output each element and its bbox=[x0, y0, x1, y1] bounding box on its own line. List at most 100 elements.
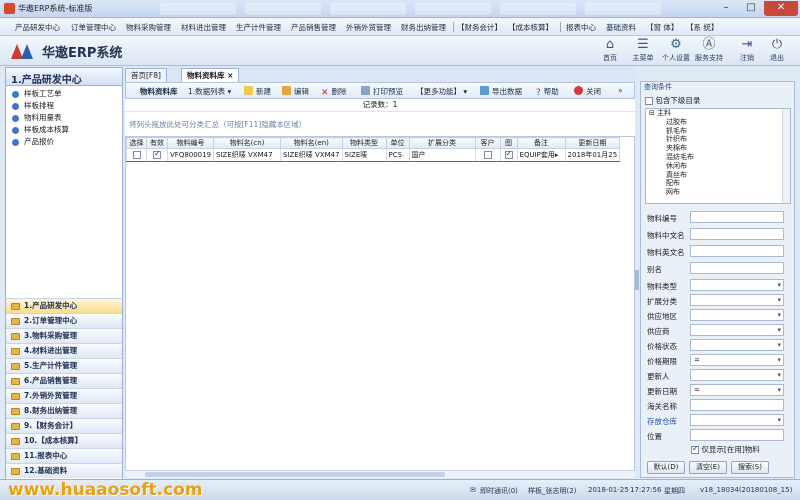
supply-region-select[interactable] bbox=[690, 309, 784, 321]
table-row[interactable]: VFQ800019 SIZE织唛 VXM47 SIZE织唛 VXM47 SIZE… bbox=[126, 148, 621, 162]
tree-node[interactable]: 针织布 bbox=[646, 135, 790, 144]
column-header[interactable]: 物料名(en) bbox=[280, 137, 343, 149]
column-header[interactable]: 图 bbox=[499, 137, 518, 149]
material-type-select[interactable] bbox=[690, 279, 784, 291]
ext-category-select[interactable] bbox=[690, 294, 784, 306]
panel-splitter[interactable] bbox=[635, 270, 639, 290]
tab-material-library[interactable]: 物料资料库 × bbox=[181, 68, 240, 82]
module-item[interactable]: 6.产品销售管理 bbox=[6, 373, 122, 388]
more-functions-dropdown[interactable]: 【更多功能】 ▾ bbox=[416, 86, 467, 97]
column-header[interactable]: 物料编号 bbox=[166, 137, 215, 149]
column-header[interactable]: 有效 bbox=[146, 137, 168, 149]
menu-item[interactable]: 【财务会计】 bbox=[457, 22, 502, 33]
home-button[interactable]: ⌂ 首页 bbox=[593, 38, 627, 63]
module-item[interactable]: 5.生产计件管理 bbox=[6, 358, 122, 373]
maximize-icon[interactable]: □ bbox=[739, 1, 763, 16]
column-header[interactable]: 更新日期 bbox=[564, 137, 621, 149]
new-button[interactable]: 新建 bbox=[244, 86, 271, 97]
customer-checkbox[interactable] bbox=[483, 151, 492, 159]
menu-item[interactable]: 【窗 体】 bbox=[646, 22, 678, 33]
column-header[interactable]: 单位 bbox=[385, 137, 410, 149]
module-item[interactable]: 9.【财务会计】 bbox=[6, 418, 122, 433]
tree-scrollbar[interactable] bbox=[782, 109, 790, 203]
module-item[interactable]: 2.订单管理中心 bbox=[6, 313, 122, 328]
menu-item[interactable]: 生产计件管理 bbox=[236, 22, 281, 33]
include-sub-option[interactable]: 包含下级目录 bbox=[645, 95, 700, 106]
menu-item[interactable]: 财务出纳管理 bbox=[401, 22, 446, 33]
tree-node[interactable]: ⊟ 主料 bbox=[646, 109, 790, 118]
data-list-dropdown[interactable]: 1.数据列表 ▾ bbox=[188, 86, 231, 97]
tab-home[interactable]: 首页[F8] bbox=[125, 68, 167, 82]
customs-name-input[interactable] bbox=[690, 399, 784, 411]
default-button[interactable]: 默认(D) bbox=[647, 461, 685, 474]
scroll-thumb[interactable] bbox=[145, 472, 445, 477]
price-status-select[interactable] bbox=[690, 339, 784, 351]
menu-item[interactable]: 物料采购管理 bbox=[126, 22, 171, 33]
alias-input[interactable] bbox=[690, 262, 784, 274]
updater-select[interactable] bbox=[690, 369, 784, 381]
warehouse-select[interactable] bbox=[690, 414, 784, 426]
main-menu-button[interactable]: ☰ 主菜单 bbox=[626, 38, 660, 63]
edit-button[interactable]: 编辑 bbox=[282, 86, 309, 97]
search-button[interactable]: 搜索(S) bbox=[731, 461, 769, 474]
menu-item[interactable]: 【成本核算】 bbox=[508, 22, 553, 33]
logout-button[interactable]: ⇥ 注销 bbox=[730, 38, 764, 63]
update-date-select[interactable]: = bbox=[690, 384, 784, 396]
tree-node[interactable]: 休闲布 bbox=[646, 162, 790, 171]
select-checkbox[interactable] bbox=[132, 151, 141, 159]
menu-item[interactable]: 产品研发中心 bbox=[15, 22, 60, 33]
tab-close-icon[interactable]: × bbox=[227, 71, 233, 80]
valid-checkbox[interactable] bbox=[153, 150, 161, 159]
menu-item[interactable]: 产品销售管理 bbox=[291, 22, 336, 33]
include-sub-checkbox[interactable] bbox=[645, 97, 653, 105]
tree-node[interactable]: 网布 bbox=[646, 188, 790, 197]
picture-checkbox[interactable] bbox=[504, 150, 513, 159]
material-code-input[interactable] bbox=[690, 211, 784, 223]
help-button[interactable]: ? 帮助 bbox=[536, 86, 559, 98]
menu-item[interactable]: 基础资料 bbox=[606, 22, 636, 33]
cn-name-input[interactable] bbox=[690, 228, 784, 240]
only-in-use-checkbox[interactable] bbox=[691, 444, 699, 454]
sidebar-item[interactable]: 物料用量表 bbox=[6, 112, 122, 124]
sidebar-item[interactable]: 样板成本核算 bbox=[6, 124, 122, 136]
column-header[interactable]: 物料类型 bbox=[341, 137, 387, 149]
column-header[interactable]: 扩展分类 bbox=[408, 137, 476, 149]
sidebar-item[interactable]: 样板工艺单 bbox=[6, 88, 122, 100]
tree-node[interactable]: 配布 bbox=[646, 179, 790, 188]
group-by-area[interactable]: 将列头拖放此处可分类汇总（可按[F11]隐藏本区域） bbox=[125, 111, 635, 136]
module-item[interactable]: 3.物料采购管理 bbox=[6, 328, 122, 343]
module-item[interactable]: 7.外销外贸管理 bbox=[6, 388, 122, 403]
module-item[interactable]: 11.报表中心 bbox=[6, 448, 122, 463]
tree-node[interactable]: 夹棉布 bbox=[646, 144, 790, 153]
column-header[interactable]: 选择 bbox=[126, 137, 147, 149]
column-header[interactable]: 客户 bbox=[474, 137, 501, 149]
export-button[interactable]: 导出数据 bbox=[480, 86, 522, 97]
clear-button[interactable]: 清空(E) bbox=[689, 461, 727, 474]
menu-item[interactable]: 外销外贸管理 bbox=[346, 22, 391, 33]
price-term-select[interactable]: = bbox=[690, 354, 784, 366]
instant-messaging[interactable]: 即时通讯(0) bbox=[480, 486, 518, 496]
module-item[interactable]: 4.材料进出管理 bbox=[6, 343, 122, 358]
sidebar-item[interactable]: 产品报价 bbox=[6, 136, 122, 148]
print-preview-button[interactable]: 打印预览 bbox=[361, 86, 403, 97]
module-item[interactable]: 1.产品研发中心 bbox=[6, 298, 122, 313]
close-button[interactable]: 关闭 bbox=[574, 86, 601, 97]
module-item[interactable]: 10.【成本核算】 bbox=[6, 433, 122, 448]
horizontal-scrollbar[interactable] bbox=[125, 470, 635, 478]
menu-item[interactable]: 材料进出管理 bbox=[181, 22, 226, 33]
module-item[interactable]: 12.基础资料 bbox=[6, 463, 122, 478]
minimize-icon[interactable]: – bbox=[714, 1, 738, 16]
menu-item[interactable]: 【系 统】 bbox=[686, 22, 718, 33]
support-button[interactable]: Ⓐ 服务支持 bbox=[692, 38, 726, 63]
only-in-use-option[interactable]: 仅显示[在用]物料 bbox=[691, 444, 760, 455]
supplier-select[interactable] bbox=[690, 324, 784, 336]
close-window-icon[interactable]: ✕ bbox=[764, 1, 798, 16]
sidebar-item[interactable]: 样板排程 bbox=[6, 100, 122, 112]
tree-node[interactable]: 混纺毛布 bbox=[646, 153, 790, 162]
menu-item[interactable]: 报表中心 bbox=[566, 22, 596, 33]
en-name-input[interactable] bbox=[690, 245, 784, 257]
column-header[interactable]: 物料名(cn) bbox=[213, 137, 282, 149]
exit-button[interactable]: ⏻ 退出 bbox=[760, 38, 794, 63]
column-header[interactable]: 备注 bbox=[516, 137, 566, 149]
delete-button[interactable]: ✕ 删除 bbox=[321, 86, 347, 98]
